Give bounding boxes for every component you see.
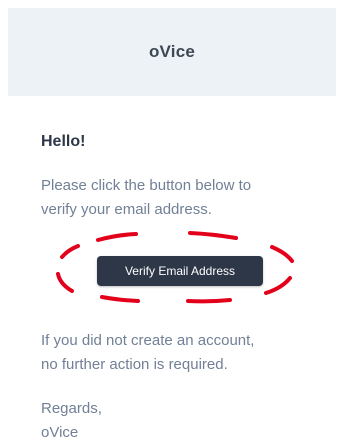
email-header: oVice xyxy=(8,8,336,96)
sign-off: Regards, oVice xyxy=(41,397,102,445)
verify-email-button[interactable]: Verify Email Address xyxy=(97,256,263,286)
outro-text: If you did not create an account, no fur… xyxy=(41,329,254,377)
intro-text: Please click the button below to verify … xyxy=(41,174,251,222)
brand-name[interactable]: oVice xyxy=(149,42,195,62)
salutation: Regards, xyxy=(41,400,102,417)
greeting-heading: Hello! xyxy=(41,133,86,150)
signature: oVice xyxy=(41,424,79,441)
verify-button-area: Verify Email Address xyxy=(40,222,310,316)
intro-line-2: verify your email address. xyxy=(41,201,212,218)
outro-line-1: If you did not create an account, xyxy=(41,332,255,349)
intro-line-1: Please click the button below to xyxy=(41,177,252,194)
outro-line-2: no further action is required. xyxy=(41,356,228,373)
